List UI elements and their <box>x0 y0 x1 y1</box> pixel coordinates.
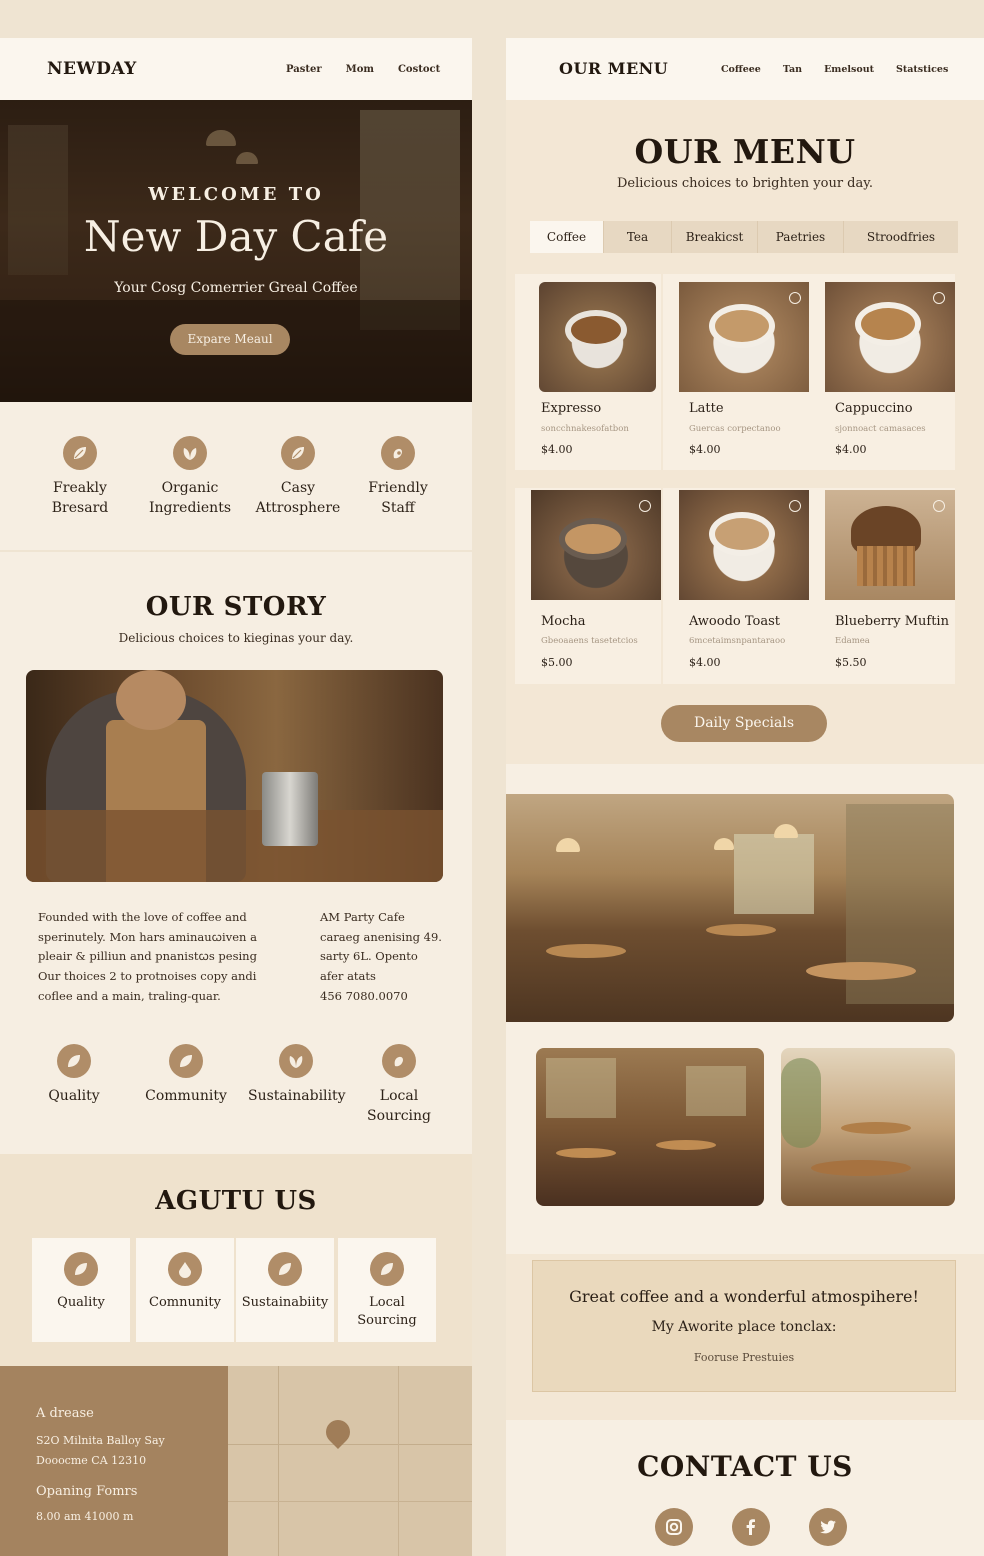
sprout-icon <box>279 1044 313 1078</box>
expresso-photo <box>539 282 656 392</box>
leaf-icon <box>268 1252 302 1286</box>
menu-card-expresso[interactable]: Expresso soncchnakesofatbon $4.00 <box>515 274 661 470</box>
leaf-icon <box>57 1044 91 1078</box>
leaf-icon <box>281 436 315 470</box>
tab-pastries[interactable]: Paetries <box>758 221 844 253</box>
review-author: Fooruse Prestuies <box>693 1351 795 1364</box>
story-info: AM Party Cafe caraeg anenising 49. sarty… <box>320 910 442 1003</box>
nav-link-statstices[interactable]: Statstices <box>896 64 948 75</box>
tab-breakfast[interactable]: Breakicst <box>672 221 758 253</box>
home-nav-links: Paster Mom Costoct <box>286 64 440 75</box>
hero-subtitle: Your Cosg Comerrier Greal Coffee <box>114 280 358 296</box>
story-title: OUR STORY <box>145 592 327 622</box>
about-card-quality[interactable]: Quality <box>32 1238 130 1342</box>
menu-card-blueberry-muffin[interactable]: Blueberry Muftin Edamea $5.50 <box>809 488 955 684</box>
nav-link-emelsout[interactable]: Emelsout <box>824 64 874 75</box>
values-row: Quality Community Sustainability Local So… <box>24 1044 454 1126</box>
feature-cozy-atmosphere: Casy Attrosphere <box>248 436 348 518</box>
menu-header-title[interactable]: OUR MENU <box>559 59 668 78</box>
menu-card-avocado-toast[interactable]: Awoodo Toast 6mcetaimsnpantaraoo $4.00 <box>663 488 809 684</box>
about-card-local-sourcing[interactable]: Local Sourcing <box>338 1238 436 1342</box>
address-line-2: Dooocme CA 12310 <box>36 1454 147 1467</box>
menu-page: OUR MENU Coffeee Tan Emelsout Statstices… <box>506 38 984 1556</box>
leaf-icon <box>63 436 97 470</box>
menu-card-latte[interactable]: Latte Guercas corpectanoo $4.00 <box>663 274 809 470</box>
menu-title: OUR MENU <box>634 132 856 171</box>
sprout-icon <box>173 436 207 470</box>
menu-card-mocha[interactable]: Mocha Gbeoaaens tasetetcios $5.00 <box>515 488 661 684</box>
nav-link-paster[interactable]: Paster <box>286 64 322 75</box>
review-line-1: Great coffee and a wonderful atmospihere… <box>569 1287 919 1306</box>
nav-link-coffee[interactable]: Coffeee <box>721 64 761 75</box>
menu-tabs: Coffee Tea Breakicst Paetries Stroodfrie… <box>530 221 958 253</box>
about-card-sustainability[interactable]: Sustainabiity <box>236 1238 334 1342</box>
hero-banner: WELCOME TO New Day Cafe Your Cosg Comerr… <box>0 100 472 402</box>
cafe-seating-photo <box>536 1048 764 1206</box>
feature-freshly-brewed: Freakly Bresard <box>28 436 132 518</box>
home-navbar: NEWDAY Paster Mom Costoct <box>0 38 472 100</box>
about-card-community[interactable]: Comnunity <box>136 1238 234 1342</box>
mocha-photo <box>531 490 661 600</box>
feature-organic-ingredients: Organic Ingredients <box>132 436 248 518</box>
cappuccino-photo <box>825 282 955 392</box>
twitter-icon[interactable] <box>809 1508 847 1546</box>
facebook-icon[interactable] <box>732 1508 770 1546</box>
home-page: NEWDAY Paster Mom Costoct WELCOME TO New… <box>0 38 472 1556</box>
menu-card-cappuccino[interactable]: Cappuccino sjonnoact camasaces $4.00 <box>809 274 955 470</box>
nav-link-tan[interactable]: Tan <box>783 64 802 75</box>
value-community: Community <box>124 1044 248 1126</box>
story-paragraph: Founded with the love of coffee and sper… <box>38 910 257 1003</box>
address-label: A drease <box>36 1406 94 1421</box>
menu-subtitle: Delicious choices to brighten your day. <box>617 176 873 191</box>
value-quality: Quality <box>24 1044 124 1126</box>
value-local-sourcing: Local Sourcing <box>344 1044 454 1126</box>
leaf-icon <box>370 1252 404 1286</box>
hours-label: Opaning Fomrs <box>36 1484 138 1499</box>
hand-icon <box>381 436 415 470</box>
features-row: Freakly Bresard Organic Ingredients Casy At… <box>28 436 448 518</box>
cafe-interior-photo <box>506 794 954 1022</box>
nav-link-contact[interactable]: Costoct <box>398 64 440 75</box>
value-sustainability: Sustainability <box>248 1044 346 1126</box>
story-subtitle: Delicious choices to kieginas your day. <box>118 631 354 645</box>
menu-nav-links: Coffeee Tan Emelsout Statstices <box>721 64 948 75</box>
drop-icon <box>168 1252 202 1286</box>
location-map[interactable] <box>228 1366 472 1556</box>
blueberry-muffin-photo <box>825 490 955 600</box>
hand-icon <box>382 1044 416 1078</box>
explore-menu-button[interactable]: Expare Meaul <box>170 324 290 355</box>
contact-title: CONTACT US <box>637 1450 853 1483</box>
cafe-table-photo <box>781 1048 955 1206</box>
address-line-1: S2O Milnita Balloy Say <box>36 1434 165 1447</box>
customer-review: Great coffee and a wonderful atmospihere… <box>532 1260 956 1392</box>
leaf-icon <box>169 1044 203 1078</box>
tab-stroodfries[interactable]: Stroodfries <box>844 221 958 253</box>
avocado-toast-photo <box>679 490 809 600</box>
review-line-2: My Aworite place tonclax: <box>651 1319 837 1335</box>
footer-contact-info: A drease S2O Milnita Balloy Say Dooocme … <box>0 1366 228 1556</box>
nav-link-mom[interactable]: Mom <box>346 64 374 75</box>
latte-photo <box>679 282 809 392</box>
tab-tea[interactable]: Tea <box>604 221 672 253</box>
hours-value: 8.00 am 41000 m <box>36 1510 134 1523</box>
leaf-icon <box>64 1252 98 1286</box>
hero-welcome: WELCOME TO <box>148 184 324 205</box>
instagram-icon[interactable] <box>655 1508 693 1546</box>
about-title: AGUTU US <box>155 1186 317 1216</box>
hero-title: New Day Cafe <box>83 212 389 261</box>
daily-specials-button[interactable]: Daily Specials <box>661 705 827 742</box>
feature-friendly-staff: Friendly Staff <box>348 436 448 518</box>
tab-coffee[interactable]: Coffee <box>530 221 604 253</box>
menu-navbar: OUR MENU Coffeee Tan Emelsout Statstices <box>506 38 984 100</box>
barista-photo <box>26 670 443 882</box>
brand-logo[interactable]: NEWDAY <box>47 59 137 79</box>
